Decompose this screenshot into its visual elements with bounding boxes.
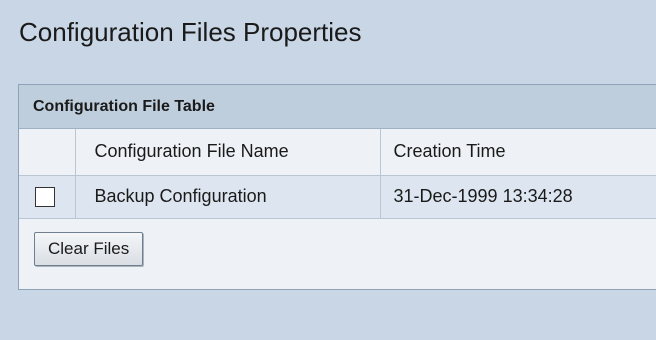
row-select-cell [19,175,76,219]
file-name-column-header: Configuration File Name [75,129,381,176]
table-header-title: Configuration File Table [19,85,656,129]
page-title: Configuration Files Properties [19,17,362,47]
table-row[interactable]: Backup Configuration 31-Dec-1999 13:34:2… [19,175,656,219]
creation-time-column-header: Creation Time [380,129,656,176]
table-actions: Clear Files [19,219,656,291]
configuration-file-panel: Configuration File Table Configuration F… [18,84,656,290]
file-name-cell: Backup Configuration [75,175,381,219]
row-select-checkbox[interactable] [35,187,55,208]
configuration-file-table: Configuration File Name Creation Time Ba… [19,129,656,219]
creation-time-cell: 31-Dec-1999 13:34:28 [380,175,656,219]
table-column-header-row: Configuration File Name Creation Time [19,129,656,176]
clear-files-button[interactable]: Clear Files [34,231,144,266]
select-column-header [19,129,76,176]
